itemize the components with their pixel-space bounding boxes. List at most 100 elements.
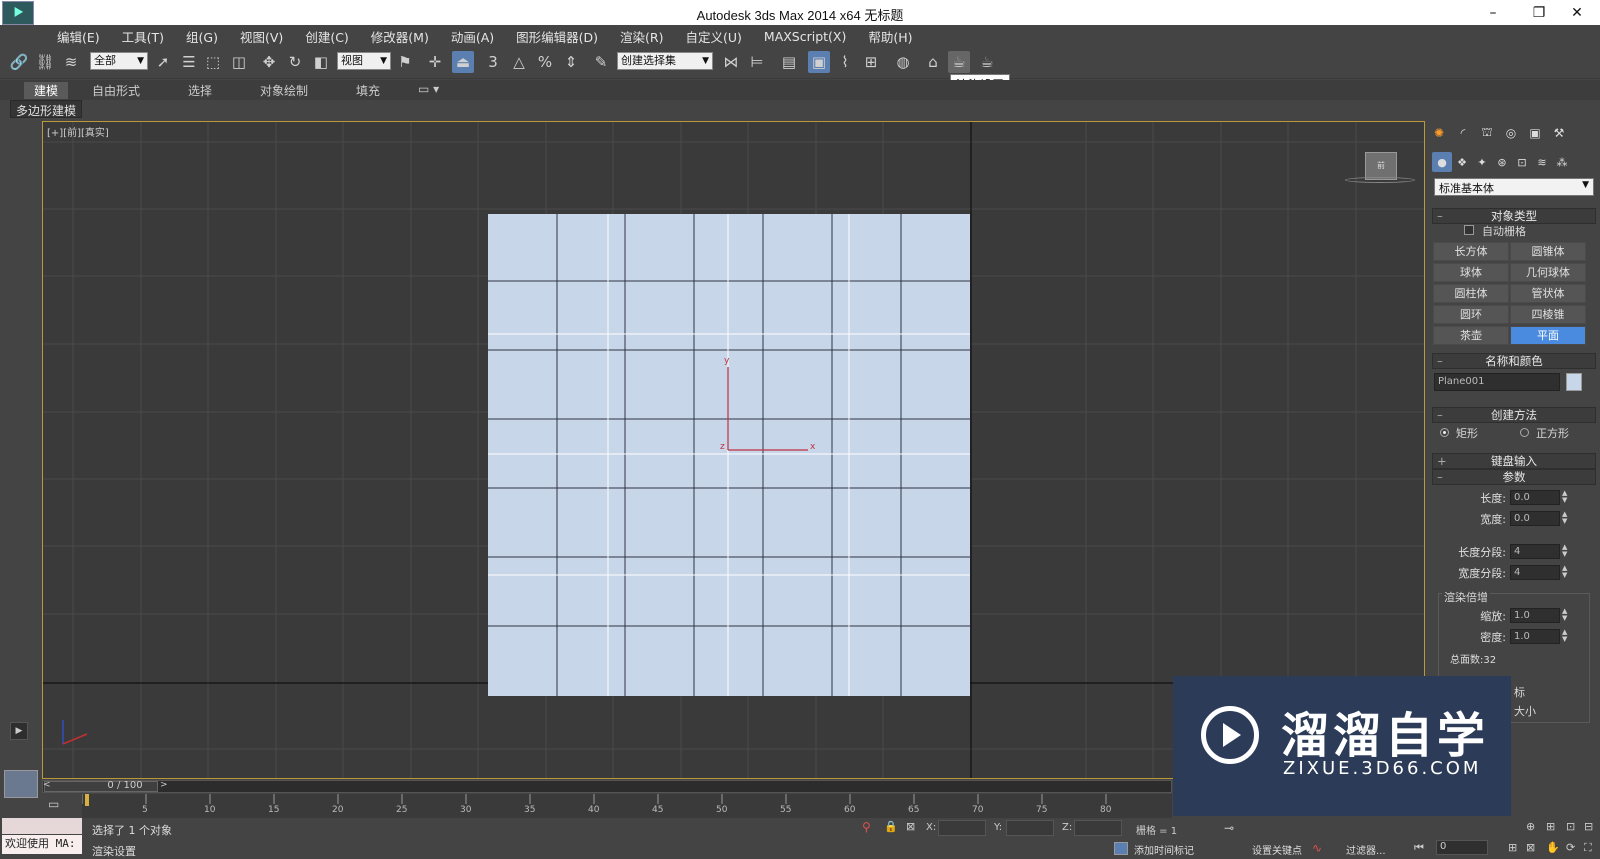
set-key-button[interactable]: 设置关键点	[1252, 842, 1302, 857]
select-manipulate-icon[interactable]: ✛	[424, 51, 446, 73]
lock-selection-icon[interactable]: 🔒	[884, 820, 898, 833]
current-frame-marker[interactable]	[85, 794, 89, 806]
density-input[interactable]: 1.0	[1510, 629, 1560, 644]
y-coord-input[interactable]	[1006, 820, 1054, 836]
menu-customize[interactable]: 自定义(U)	[675, 27, 753, 46]
window-crossing-icon[interactable]: ◫	[228, 51, 250, 73]
plane-button[interactable]: 平面	[1510, 326, 1586, 345]
orbit-icon[interactable]: ⟳	[1566, 841, 1575, 854]
z-coord-input[interactable]	[1074, 820, 1122, 836]
tab-object-paint[interactable]: 对象绘制	[252, 82, 316, 99]
select-by-name-icon[interactable]: ☰	[178, 51, 200, 73]
mirror-icon[interactable]: ⋈	[720, 51, 742, 73]
sphere-button[interactable]: 球体	[1433, 263, 1509, 282]
modify-panel-icon[interactable]: ◜	[1452, 123, 1474, 143]
menu-graph-editors[interactable]: 图形编辑器(D)	[505, 27, 609, 46]
object-type-rollout-header[interactable]: – 对象类型	[1432, 208, 1596, 224]
menu-views[interactable]: 视图(V)	[229, 27, 294, 46]
zoom-extents-selected-icon[interactable]: ⊟	[1584, 820, 1593, 833]
bind-space-warp-icon[interactable]: ≋	[60, 51, 82, 73]
edit-named-selection-icon[interactable]: ✎	[590, 51, 612, 73]
tab-freeform[interactable]: 自由形式	[84, 82, 148, 99]
width-spinner[interactable]: ▲ ▼	[1562, 511, 1570, 526]
rectangular-selection-icon[interactable]: ⬚	[202, 51, 224, 73]
link-icon[interactable]: 🔗	[8, 51, 30, 73]
keyboard-shortcut-override-icon[interactable]: ⏏	[452, 51, 474, 73]
display-panel-icon[interactable]: ▣	[1524, 123, 1546, 143]
current-frame-input[interactable]: 0	[1436, 840, 1488, 855]
curve-editor-icon[interactable]: ⌇	[834, 51, 856, 73]
pyramid-button[interactable]: 四棱锥	[1510, 305, 1586, 324]
zoom-extents-icon[interactable]: ⊞	[1508, 841, 1517, 854]
unlink-icon[interactable]: ⛓	[34, 51, 56, 73]
keyboard-entry-rollout-header[interactable]: + 键盘输入	[1432, 453, 1596, 469]
menu-animation[interactable]: 动画(A)	[440, 27, 505, 46]
key-filters-button[interactable]: 过滤器...	[1346, 842, 1386, 857]
object-color-swatch[interactable]	[1566, 373, 1582, 391]
select-scale-icon[interactable]: ◧	[310, 51, 332, 73]
key-filters-curve-icon[interactable]: ∿	[1312, 841, 1322, 855]
cone-button[interactable]: 圆锥体	[1510, 242, 1586, 261]
select-rotate-icon[interactable]: ↻	[284, 51, 306, 73]
maxscript-listener-top[interactable]	[2, 818, 82, 834]
reference-coordinate-dropdown[interactable]: 视图 ▼	[337, 52, 391, 70]
length-spinner[interactable]: ▲ ▼	[1562, 490, 1570, 505]
zoom-all-icon[interactable]: ⊞	[1546, 820, 1555, 833]
polygon-modeling-label[interactable]: 多边形建模	[10, 100, 83, 118]
maxscript-mini-listener[interactable]: 欢迎使用 MA:	[2, 835, 82, 854]
render-setup-icon[interactable]: ⌂	[922, 51, 944, 73]
field-of-view-icon[interactable]: ⊠	[1526, 841, 1535, 854]
select-move-icon[interactable]: ✥	[258, 51, 280, 73]
mini-viewport-preview[interactable]	[4, 770, 38, 798]
play-icon[interactable]: ▶	[10, 722, 28, 740]
menu-maxscript[interactable]: MAXScript(X)	[753, 29, 857, 44]
time-next-icon[interactable]: >	[160, 780, 168, 790]
maximize-viewport-icon[interactable]: ⛶	[1584, 841, 1592, 855]
length-segs-spinner[interactable]: ▲ ▼	[1562, 544, 1570, 559]
go-to-start-icon[interactable]: ⏮	[1414, 841, 1424, 855]
add-time-tag-button[interactable]: 添加时间标记	[1134, 842, 1194, 857]
length-input[interactable]: 0.0	[1510, 490, 1560, 505]
object-name-input[interactable]: Plane001	[1434, 373, 1560, 391]
absolute-mode-icon[interactable]: ⊠	[906, 820, 915, 833]
tab-populate[interactable]: 填充	[348, 82, 388, 99]
torus-button[interactable]: 圆环	[1433, 305, 1509, 324]
space-warps-icon[interactable]: ≋	[1532, 152, 1552, 172]
viewport-label[interactable]: [+][前][真实]	[47, 124, 109, 139]
geometry-icon[interactable]: ●	[1432, 152, 1452, 172]
utilities-panel-icon[interactable]: ⚒	[1548, 123, 1570, 143]
angle-snap-icon[interactable]: △	[508, 51, 530, 73]
length-segs-input[interactable]: 4	[1510, 544, 1560, 559]
auto-grid-checkbox[interactable]	[1464, 225, 1474, 235]
time-slider[interactable]	[42, 780, 1172, 793]
rendered-frame-window-icon[interactable]: ☕	[948, 51, 970, 73]
spinner-snap-icon[interactable]: ⇕	[560, 51, 582, 73]
select-object-icon[interactable]: ➚	[152, 51, 174, 73]
tab-modeling[interactable]: 建模	[24, 82, 68, 99]
align-icon[interactable]: ⊨	[746, 51, 768, 73]
time-tag-icon[interactable]	[1114, 842, 1128, 855]
helpers-icon[interactable]: ⊡	[1512, 152, 1532, 172]
isolate-icon[interactable]: ⚲	[862, 820, 871, 834]
motion-panel-icon[interactable]: ◎	[1500, 123, 1522, 143]
snap-toggle-icon[interactable]: 3	[482, 51, 504, 73]
scale-spinner[interactable]: ▲ ▼	[1562, 608, 1570, 623]
viewcube-ring[interactable]	[1345, 177, 1415, 183]
cameras-icon[interactable]: ⊛	[1492, 152, 1512, 172]
hierarchy-panel-icon[interactable]: ⛫	[1476, 123, 1498, 143]
close-button[interactable]: ✕	[1554, 0, 1600, 25]
name-color-rollout-header[interactable]: – 名称和颜色	[1432, 353, 1596, 369]
parameters-rollout-header[interactable]: – 参数	[1432, 469, 1596, 485]
width-segs-input[interactable]: 4	[1510, 565, 1560, 580]
zoom-extents-all-icon[interactable]: ⊡	[1566, 820, 1575, 833]
menu-group[interactable]: 组(G)	[175, 27, 229, 46]
trackbar[interactable]: 5 10 15 20 25 30 35 40 45 50 55 60 65 70…	[82, 794, 1172, 818]
square-radio[interactable]	[1520, 428, 1529, 437]
creation-method-rollout-header[interactable]: – 创建方法	[1432, 407, 1596, 423]
time-prev-icon[interactable]: <	[43, 780, 51, 790]
create-panel-icon[interactable]: ✺	[1428, 123, 1450, 143]
menu-create[interactable]: 创建(C)	[294, 27, 359, 46]
key-mode-icon[interactable]: ⊸	[1224, 821, 1234, 835]
x-coord-input[interactable]	[938, 820, 986, 836]
shapes-icon[interactable]: ❖	[1452, 152, 1472, 172]
